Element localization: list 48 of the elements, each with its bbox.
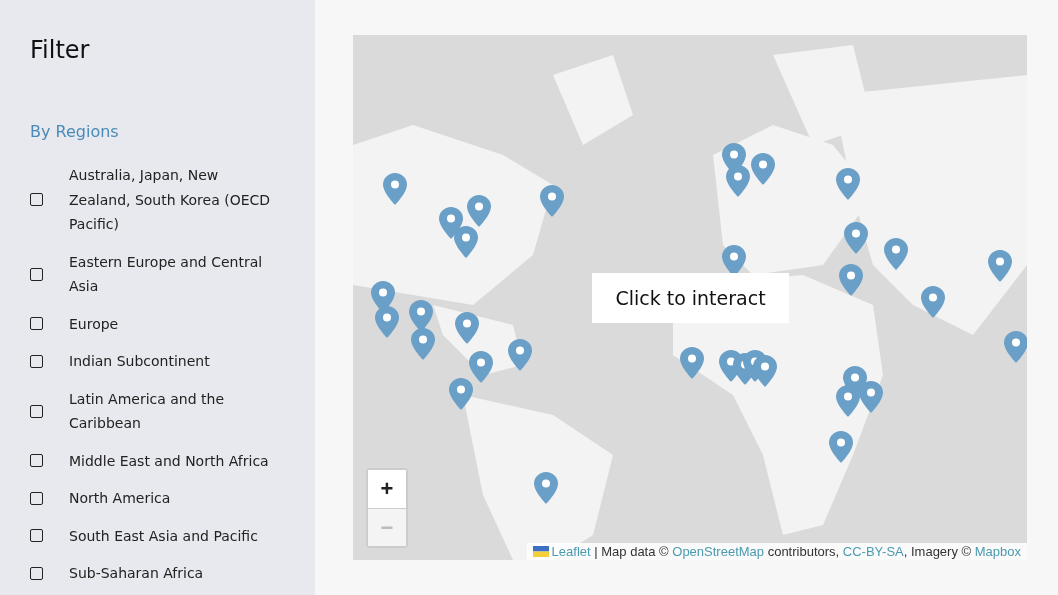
map-marker-icon[interactable]	[836, 168, 860, 200]
map-attribution: Leaflet | Map data © OpenStreetMap contributors, CC-BY-SA, Imagery © Mapbox	[526, 543, 1027, 560]
checkbox[interactable]	[30, 491, 43, 505]
map-marker-icon[interactable]	[409, 300, 433, 332]
checkbox[interactable]	[30, 529, 43, 543]
map-markers-drawing[interactable]	[719, 350, 777, 387]
region-label[interactable]: Eastern Europe and Central Asia	[69, 249, 274, 299]
region-label[interactable]: Europe	[69, 311, 274, 336]
checkbox[interactable]	[30, 193, 43, 207]
map-marker-icon[interactable]	[455, 312, 479, 344]
checkbox[interactable]	[30, 267, 43, 281]
map-marker-icon[interactable]	[454, 226, 478, 258]
checkbox[interactable]	[30, 404, 43, 418]
flag-icon	[532, 546, 549, 557]
map-marker-icon[interactable]	[375, 306, 399, 338]
map-marker-icon[interactable]	[921, 286, 945, 318]
map-markers-drawing[interactable]	[836, 366, 883, 417]
map-marker-icon[interactable]	[839, 264, 863, 296]
map-marker-icon[interactable]	[844, 222, 868, 254]
region-label[interactable]: Indian Subcontinent	[69, 349, 274, 374]
map-marker-icon[interactable]	[508, 339, 532, 371]
checkbox[interactable]	[30, 317, 43, 331]
interact-overlay[interactable]: Click to interact	[592, 273, 789, 323]
map-marker-icon[interactable]	[469, 351, 493, 383]
checkbox[interactable]	[30, 566, 43, 580]
map-markers-drawing[interactable]	[722, 143, 750, 197]
map-marker-icon[interactable]	[680, 347, 704, 379]
map-marker-icon[interactable]	[383, 173, 407, 205]
map-marker-icon[interactable]	[751, 153, 775, 185]
map-marker-icon[interactable]	[540, 185, 564, 217]
map-marker-icon[interactable]	[411, 328, 435, 360]
map-marker-icon[interactable]	[449, 378, 473, 410]
checkbox[interactable]	[30, 354, 43, 368]
map-marker-icon[interactable]	[829, 431, 853, 463]
region-label[interactable]: Latin America and the Caribbean	[69, 386, 274, 436]
section-title: By Regions	[30, 122, 120, 141]
map-marker-icon[interactable]	[988, 250, 1012, 282]
map-marker-icon[interactable]	[534, 472, 558, 504]
checkbox[interactable]	[30, 454, 43, 468]
map-marker-icon[interactable]	[1004, 331, 1027, 363]
region-label[interactable]: Australia, Japan, New Zealand, South Korea (OECD Pacific)	[69, 163, 274, 237]
region-label[interactable]: South East Asia and Pacific	[69, 523, 274, 548]
region-label[interactable]: Middle East and North Africa	[69, 448, 274, 473]
region-label[interactable]: North America	[69, 486, 274, 511]
map-marker-icon[interactable]	[884, 238, 908, 270]
filter-title: Filter	[30, 36, 91, 64]
region-label[interactable]: Sub-Saharan Africa	[69, 561, 274, 586]
map-marker-icon[interactable]	[467, 195, 491, 227]
